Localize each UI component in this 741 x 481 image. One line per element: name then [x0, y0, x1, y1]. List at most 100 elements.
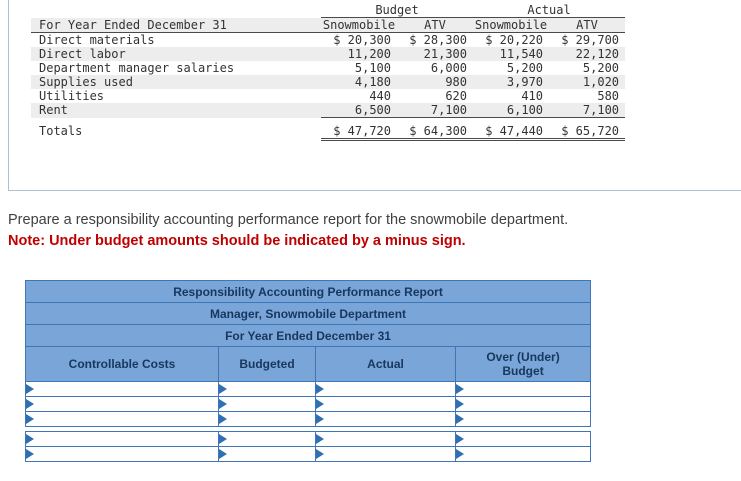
- cell-dropdown-marker-icon: [456, 449, 464, 459]
- total-value: $ 47,720: [321, 117, 397, 141]
- cell-dropdown-marker-icon: [219, 384, 227, 394]
- cell-dropdown-marker-icon: [26, 434, 34, 444]
- col-header-budgeted: Budgeted: [218, 346, 316, 382]
- report-input-row: [25, 381, 592, 397]
- report-input-row: [25, 396, 592, 412]
- cell-value: 11,540: [499, 47, 544, 61]
- source-table: Budget Actual For Year Ended December 31…: [31, 3, 626, 141]
- source-group-header-row: Budget Actual: [31, 3, 626, 18]
- cell-value: 980: [445, 75, 468, 89]
- report-input-cell-cost[interactable]: [25, 396, 219, 412]
- cell-dropdown-marker-icon: [219, 399, 227, 409]
- report-input-cell-actual[interactable]: [315, 381, 456, 397]
- report-input-cell-budgeted[interactable]: [218, 411, 316, 427]
- col-header-actual-snowmobile: Snowmobile: [473, 17, 550, 33]
- row-label: Rent: [39, 103, 68, 118]
- cell-dropdown-marker-icon: [26, 384, 34, 394]
- source-row-supplies-used: Supplies used 4,180 980 3,970 1,020: [31, 75, 626, 89]
- row-label: Supplies used: [39, 75, 133, 89]
- cell-value: 4,180: [354, 75, 391, 89]
- report-input-cell-actual[interactable]: [315, 431, 456, 447]
- totals-label: Totals: [39, 124, 83, 138]
- report-input-cell-actual[interactable]: [315, 396, 456, 412]
- cell-dropdown-marker-icon: [219, 449, 227, 459]
- report-input-cell-actual[interactable]: [315, 411, 456, 427]
- cell-value: 5,100: [354, 61, 391, 75]
- cell-dropdown-marker-icon: [456, 384, 464, 394]
- source-row-department-manager-salaries: Department manager salaries 5,100 6,000 …: [31, 61, 625, 75]
- source-row-utilities: Utilities 440 620 410 580: [31, 89, 625, 103]
- cell-dropdown-marker-icon: [456, 414, 464, 424]
- report-input-cell-variance[interactable]: [454, 396, 592, 412]
- cell-value: 440: [369, 89, 391, 103]
- cell-value: 7,100: [549, 103, 626, 118]
- col-header-actual: Actual: [315, 346, 456, 382]
- cell-dropdown-marker-icon: [219, 434, 227, 444]
- report-title: Responsibility Accounting Performance Re…: [24, 280, 592, 303]
- report-input-cell-variance[interactable]: [454, 431, 592, 447]
- cell-value: 5,200: [582, 61, 620, 75]
- cell-value: 22,120: [575, 47, 620, 61]
- report-input-cell-actual[interactable]: [315, 446, 456, 462]
- cell-value: $ 20,220: [485, 33, 544, 47]
- source-totals-row: Totals $ 47,720 $ 64,300 $ 47,440 $ 65,7…: [31, 117, 626, 141]
- cell-dropdown-marker-icon: [219, 414, 227, 424]
- spacer-cell: [31, 3, 321, 18]
- report-input-cell-budgeted[interactable]: [218, 396, 316, 412]
- total-value: $ 47,440: [473, 117, 550, 141]
- row-label: Direct labor: [39, 47, 126, 61]
- report-input-cell-budgeted[interactable]: [218, 381, 316, 397]
- cell-value: $ 20,300: [333, 33, 391, 47]
- actual-group-header: Actual: [473, 3, 626, 18]
- report-input-cell-cost[interactable]: [25, 411, 219, 427]
- report-input-cell-variance[interactable]: [454, 411, 592, 427]
- row-label: Direct materials: [39, 33, 155, 47]
- report-input-cell-cost[interactable]: [25, 431, 219, 447]
- cell-dropdown-marker-icon: [316, 414, 324, 424]
- report-input-row: [25, 446, 592, 462]
- report-input-row: [25, 431, 592, 447]
- cell-dropdown-marker-icon: [26, 449, 34, 459]
- report-subtitle: Manager, Snowmobile Department: [24, 302, 592, 325]
- cell-value: $ 28,300: [409, 33, 468, 47]
- source-row-rent: Rent 6,500 7,100 6,100 7,100: [31, 103, 626, 118]
- cell-value: 6,100: [473, 103, 550, 118]
- cell-dropdown-marker-icon: [456, 399, 464, 409]
- source-data-panel: Budget Actual For Year Ended December 31…: [8, 0, 741, 191]
- instruction-note: Note: Under budget amounts should be ind…: [8, 233, 466, 249]
- total-value: $ 65,720: [549, 117, 626, 141]
- cell-value: 580: [597, 89, 620, 103]
- report-input-cell-cost[interactable]: [25, 381, 219, 397]
- report-title-row: Responsibility Accounting Performance Re…: [24, 280, 592, 303]
- report-input-cell-budgeted[interactable]: [218, 446, 316, 462]
- cell-value: 6,500: [321, 103, 397, 118]
- cell-value: 6,000: [430, 61, 468, 75]
- cell-value: 11,200: [347, 47, 391, 61]
- report-subtitle-row: Manager, Snowmobile Department: [24, 302, 592, 325]
- row-label: Department manager salaries: [39, 61, 235, 75]
- report-input-cell-variance[interactable]: [454, 381, 592, 397]
- report-column-header-row: Controllable Costs Budgeted Actual Over …: [25, 346, 592, 382]
- source-row-header: For Year Ended December 31: [31, 17, 321, 33]
- cell-value: $ 29,700: [561, 33, 620, 47]
- report-input-cell-budgeted[interactable]: [218, 431, 316, 447]
- report-period: For Year Ended December 31: [24, 324, 592, 347]
- col-header-controllable-costs: Controllable Costs: [25, 346, 219, 382]
- cell-dropdown-marker-icon: [26, 399, 34, 409]
- source-row-direct-materials: Direct materials $ 20,300 $ 28,300 $ 20,…: [31, 33, 625, 48]
- cell-value: 3,970: [506, 75, 544, 89]
- instruction-prompt: Prepare a responsibility accounting perf…: [8, 212, 569, 228]
- cell-value: 1,020: [582, 75, 620, 89]
- cell-value: 5,200: [506, 61, 544, 75]
- cell-dropdown-marker-icon: [26, 414, 34, 424]
- report-input-row: [25, 411, 592, 427]
- col-header-budget-snowmobile: Snowmobile: [321, 17, 397, 33]
- report-input-cell-variance[interactable]: [454, 446, 592, 462]
- source-column-header-row: For Year Ended December 31 Snowmobile AT…: [31, 17, 626, 33]
- cell-value: 7,100: [397, 103, 474, 118]
- source-row-direct-labor: Direct labor 11,200 21,300 11,540 22,120: [31, 47, 626, 61]
- report-period-row: For Year Ended December 31: [24, 324, 592, 347]
- instructions-block: Prepare a responsibility accounting perf…: [0, 191, 741, 252]
- cell-value: 21,300: [423, 47, 468, 61]
- report-input-cell-cost[interactable]: [25, 446, 219, 462]
